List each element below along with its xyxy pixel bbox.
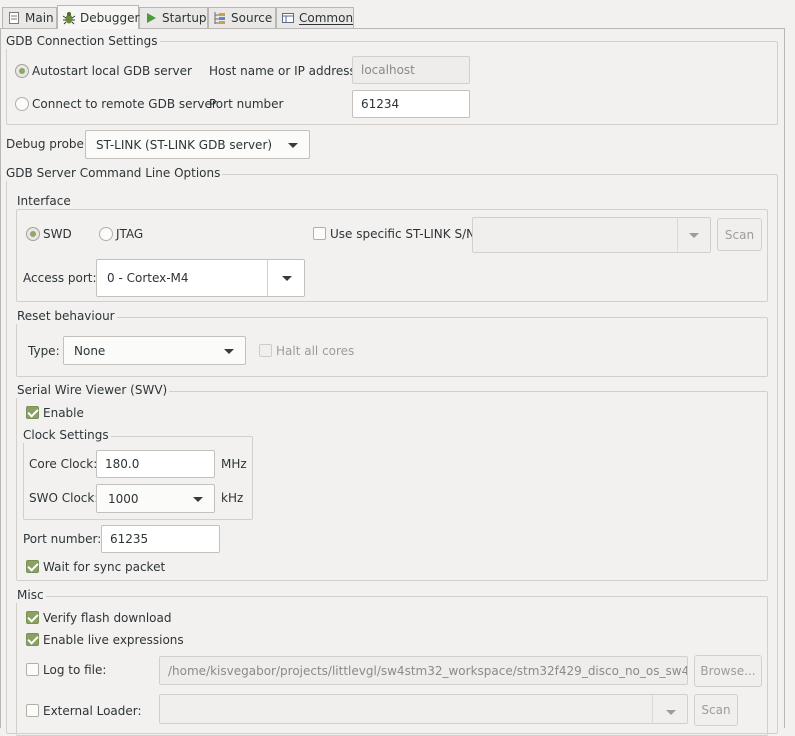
tab-common-label: Common bbox=[299, 11, 354, 25]
swo-clock-label: SWO Clock: bbox=[29, 491, 99, 505]
external-loader-label: External Loader: bbox=[43, 704, 142, 718]
log-to-file-checkbox[interactable] bbox=[26, 663, 39, 676]
connect-remote-label: Connect to remote GDB server bbox=[32, 97, 217, 111]
tab-startup-label: Startup bbox=[162, 11, 207, 25]
common-icon bbox=[281, 11, 295, 25]
swv-port-input[interactable]: 61235 bbox=[101, 525, 220, 553]
reset-type-select[interactable]: None bbox=[63, 336, 246, 365]
chevron-down-icon bbox=[193, 497, 203, 502]
tab-source-label: Source bbox=[231, 11, 273, 25]
log-to-file-label: Log to file: bbox=[43, 663, 107, 677]
chevron-down-icon bbox=[288, 143, 298, 148]
swv-enable-checkbox[interactable] bbox=[26, 406, 39, 419]
jtag-label: JTAG bbox=[116, 227, 144, 241]
chevron-down-icon bbox=[689, 233, 699, 238]
swo-clock-value: 1000 bbox=[108, 491, 139, 506]
reset-title: Reset behaviour bbox=[16, 308, 117, 324]
tab-debugger[interactable]: Debugger bbox=[57, 5, 139, 29]
swd-radio[interactable] bbox=[26, 227, 40, 241]
play-icon bbox=[144, 11, 158, 25]
stlink-sn-select[interactable] bbox=[472, 217, 711, 253]
clock-settings-title: Clock Settings bbox=[22, 427, 111, 443]
host-value: localhost bbox=[361, 63, 415, 77]
tab-debugger-label: Debugger bbox=[80, 10, 140, 25]
swo-clock-select[interactable]: 1000 bbox=[96, 484, 215, 513]
main-tab-icon bbox=[7, 11, 21, 25]
swv-title: Serial Wire Viewer (SWV) bbox=[16, 382, 170, 398]
browse-button[interactable]: Browse... bbox=[694, 655, 762, 687]
swv-port-value: 61235 bbox=[110, 532, 149, 546]
core-clock-unit: MHz bbox=[221, 457, 247, 471]
bug-icon bbox=[62, 11, 76, 25]
tab-bar: Main Debugger Startup Source Common bbox=[0, 0, 795, 29]
log-file-path-value: /home/kisvegabor/projects/littlevgl/sw4s… bbox=[168, 663, 688, 678]
debug-probe-label: Debug probe bbox=[6, 137, 84, 151]
verify-flash-label: Verify flash download bbox=[43, 611, 172, 625]
swv-port-label: Port number: bbox=[23, 532, 102, 546]
external-loader-checkbox[interactable] bbox=[26, 704, 39, 717]
chevron-down-icon bbox=[282, 276, 292, 281]
chevron-down-icon bbox=[666, 710, 676, 715]
halt-all-cores-checkbox[interactable] bbox=[259, 344, 272, 357]
external-loader-select[interactable] bbox=[159, 694, 688, 724]
swo-clock-unit: kHz bbox=[221, 491, 244, 505]
reset-type-value: None bbox=[74, 343, 106, 358]
access-port-select[interactable]: 0 - Cortex-M4 bbox=[96, 259, 305, 297]
autostart-radio[interactable] bbox=[15, 64, 29, 78]
swd-label: SWD bbox=[43, 227, 72, 241]
access-port-label: Access port: bbox=[23, 271, 97, 285]
core-clock-input[interactable]: 180.0 bbox=[96, 450, 215, 478]
verify-flash-checkbox[interactable] bbox=[26, 611, 39, 624]
live-expressions-label: Enable live expressions bbox=[43, 633, 184, 647]
gdb-connection-title: GDB Connection Settings bbox=[5, 33, 160, 49]
core-clock-value: 180.0 bbox=[105, 457, 140, 471]
use-specific-sn-checkbox[interactable] bbox=[313, 227, 326, 240]
tab-main-label: Main bbox=[25, 11, 54, 25]
debug-probe-value: ST-LINK (ST-LINK GDB server) bbox=[96, 137, 273, 152]
chevron-down-icon bbox=[224, 349, 234, 354]
halt-all-cores-label: Halt all cores bbox=[276, 344, 355, 358]
host-input[interactable]: localhost bbox=[352, 56, 470, 84]
connect-remote-radio[interactable] bbox=[15, 97, 29, 111]
tab-startup[interactable]: Startup bbox=[139, 7, 208, 28]
swv-enable-label: Enable bbox=[43, 406, 84, 420]
scan-button[interactable]: Scan bbox=[717, 218, 762, 251]
wait-sync-checkbox[interactable] bbox=[26, 560, 39, 573]
source-icon bbox=[213, 11, 227, 25]
autostart-label: Autostart local GDB server bbox=[32, 64, 192, 78]
jtag-radio[interactable] bbox=[99, 227, 113, 241]
external-loader-scan-button[interactable]: Scan bbox=[694, 694, 738, 726]
log-file-path-input[interactable]: /home/kisvegabor/projects/littlevgl/sw4s… bbox=[159, 656, 688, 685]
reset-type-label: Type: bbox=[28, 344, 60, 358]
cmdline-title: GDB Server Command Line Options bbox=[5, 165, 223, 181]
interface-title: Interface bbox=[16, 193, 73, 209]
port-input[interactable]: 61234 bbox=[352, 90, 470, 118]
tab-main[interactable]: Main bbox=[2, 7, 57, 28]
host-label: Host name or IP address bbox=[209, 64, 356, 78]
access-port-value: 0 - Cortex-M4 bbox=[107, 271, 189, 285]
use-specific-sn-label: Use specific ST-LINK S/N bbox=[330, 227, 476, 241]
tab-source[interactable]: Source bbox=[208, 7, 276, 28]
debug-probe-select[interactable]: ST-LINK (ST-LINK GDB server) bbox=[85, 130, 310, 159]
port-label: Port number bbox=[209, 97, 284, 111]
wait-sync-label: Wait for sync packet bbox=[43, 560, 166, 574]
tab-common[interactable]: Common bbox=[276, 7, 354, 28]
scan-button-label: Scan bbox=[724, 227, 755, 242]
core-clock-label: Core Clock: bbox=[29, 457, 98, 471]
port-value: 61234 bbox=[361, 97, 400, 111]
browse-button-label: Browse... bbox=[700, 664, 756, 678]
misc-title: Misc bbox=[16, 587, 46, 603]
live-expressions-checkbox[interactable] bbox=[26, 633, 39, 646]
